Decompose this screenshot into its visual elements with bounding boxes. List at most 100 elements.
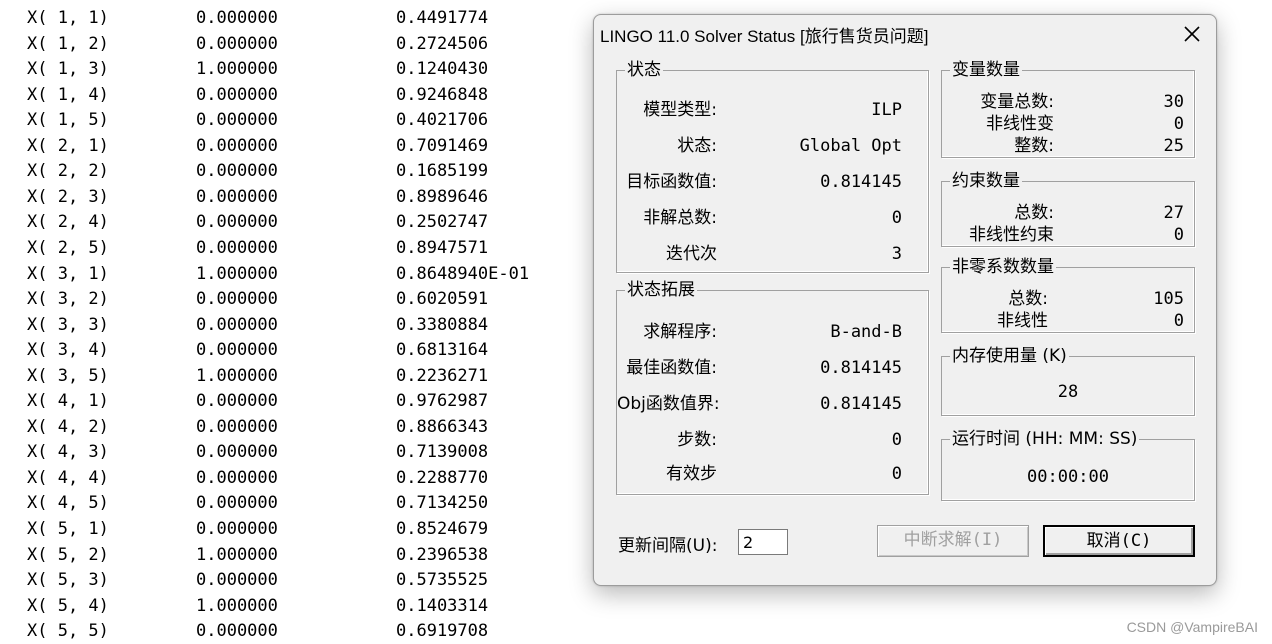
infeasibility-label: 非解总数: bbox=[643, 208, 717, 228]
nonzeros-group-legend: 非零系数数量 bbox=[952, 257, 1054, 277]
objective-label: 目标函数值: bbox=[626, 172, 717, 192]
constraints-nonlinear-value: 0 bbox=[1173, 225, 1184, 245]
variable-name: X( 2, 5) bbox=[27, 237, 109, 258]
variable-value: 0.000000 bbox=[196, 212, 278, 233]
reduced-cost: 0.4021706 bbox=[396, 110, 489, 131]
reduced-cost: 0.2236271 bbox=[396, 365, 489, 386]
watermark: CSDN @VampireBAI bbox=[1126, 619, 1258, 635]
variables-integer-label: 整数: bbox=[1014, 136, 1054, 156]
variable-value: 1.000000 bbox=[196, 544, 278, 565]
variable-name: X( 2, 3) bbox=[27, 186, 109, 207]
variable-value: 0.000000 bbox=[196, 519, 278, 539]
reduced-cost: 0.1240430 bbox=[396, 59, 489, 80]
reduced-cost: 0.2396538 bbox=[396, 544, 489, 565]
steps-label: 步数: bbox=[677, 430, 717, 450]
memory-value: 28 bbox=[1057, 382, 1079, 402]
iterations-value: 3 bbox=[891, 244, 902, 264]
constraints-group: 约束数量 总数: 27 非线性约束 0 bbox=[941, 172, 1195, 247]
variable-name: X( 5, 2) bbox=[27, 544, 109, 565]
reduced-cost: 0.2502747 bbox=[396, 212, 489, 233]
memory-group-legend: 内存使用量 (K) bbox=[952, 346, 1067, 366]
variable-name: X( 5, 1) bbox=[27, 519, 109, 539]
reduced-cost: 0.8524679 bbox=[396, 519, 489, 539]
best-objective-label: 最佳函数值: bbox=[626, 358, 717, 378]
variables-nonlinear-label: 非线性变 bbox=[986, 114, 1054, 134]
variable-value: 0.000000 bbox=[196, 161, 278, 182]
nonzeros-total-value: 105 bbox=[1153, 289, 1184, 309]
variable-value: 1.000000 bbox=[196, 59, 278, 80]
active-value: 0 bbox=[891, 464, 902, 484]
runtime-value: 00:00:00 bbox=[1027, 467, 1109, 487]
variable-name: X( 3, 2) bbox=[27, 289, 109, 310]
variable-value: 0.000000 bbox=[196, 391, 278, 412]
variable-name: X( 3, 5) bbox=[27, 365, 109, 386]
nonzeros-total-label: 总数: bbox=[1008, 289, 1048, 309]
reduced-cost: 0.7091469 bbox=[396, 135, 489, 156]
variable-name: X( 4, 1) bbox=[27, 391, 109, 412]
best-objective-value: 0.814145 bbox=[820, 358, 902, 378]
variable-name: X( 4, 5) bbox=[27, 493, 109, 514]
variable-value: 0.000000 bbox=[196, 135, 278, 156]
variable-value: 0.000000 bbox=[196, 314, 278, 335]
memory-group: 内存使用量 (K) 28 bbox=[941, 347, 1195, 416]
variable-value: 0.000000 bbox=[196, 33, 278, 54]
nonzeros-nonlinear-value: 0 bbox=[1173, 311, 1184, 331]
constraints-group-legend: 约束数量 bbox=[952, 171, 1020, 191]
nonzeros-group: 非零系数数量 总数: 105 非线性 0 bbox=[941, 258, 1195, 333]
state-value: Global Opt bbox=[799, 136, 902, 156]
variable-value: 1.000000 bbox=[196, 595, 278, 616]
nonzeros-nonlinear-label: 非线性 bbox=[997, 311, 1048, 331]
variable-value: 0.000000 bbox=[196, 621, 278, 642]
variable-name: X( 2, 4) bbox=[27, 212, 109, 233]
extended-status-group: 状态拓展 求解程序: B-and-B 最佳函数值: 0.814145 Obj函数… bbox=[616, 281, 929, 495]
variables-total-value: 30 bbox=[1163, 92, 1184, 112]
steps-value: 0 bbox=[891, 430, 902, 450]
variable-name: X( 1, 1) bbox=[27, 8, 109, 28]
cancel-button[interactable]: 取消(C) bbox=[1043, 525, 1195, 557]
variable-value: 0.000000 bbox=[196, 467, 278, 488]
variables-integer-value: 25 bbox=[1163, 136, 1184, 156]
reduced-cost: 0.8866343 bbox=[396, 416, 489, 437]
state-label: 状态: bbox=[677, 136, 717, 156]
reduced-cost: 0.3380884 bbox=[396, 314, 489, 335]
reduced-cost: 0.9246848 bbox=[396, 84, 489, 105]
close-icon bbox=[1184, 26, 1200, 42]
variable-value: 0.000000 bbox=[196, 186, 278, 207]
objective-bound-label: Obj函数值界: bbox=[617, 394, 720, 414]
reduced-cost: 0.4491774 bbox=[396, 8, 489, 28]
variable-value: 0.000000 bbox=[196, 8, 278, 28]
variable-name: X( 4, 3) bbox=[27, 442, 109, 463]
variables-nonlinear-value: 0 bbox=[1173, 114, 1184, 134]
variable-name: X( 1, 5) bbox=[27, 110, 109, 131]
status-group-legend: 状态 bbox=[627, 60, 661, 80]
update-interval-input[interactable] bbox=[738, 529, 788, 555]
variable-value: 1.000000 bbox=[196, 263, 278, 284]
objective-bound-value: 0.814145 bbox=[820, 394, 902, 414]
solver-label: 求解程序: bbox=[643, 322, 717, 342]
solution-report: X( 1, 1) 0.000000 0.4491774 X( 1, 2) 0.00000… bbox=[0, 0, 560, 643]
reduced-cost: 0.1685199 bbox=[396, 161, 489, 182]
variable-name: X( 4, 2) bbox=[27, 416, 109, 437]
variable-value: 0.000000 bbox=[196, 110, 278, 131]
runtime-group-legend: 运行时间 (HH: MM: SS) bbox=[952, 429, 1138, 449]
solver-status-dialog: LINGO 11.0 Solver Status [旅行售货员问题] 状态 模型… bbox=[593, 14, 1217, 586]
constraints-nonlinear-label: 非线性约束 bbox=[969, 225, 1054, 245]
extended-group-legend: 状态拓展 bbox=[627, 280, 695, 300]
status-group: 状态 模型类型: ILP 状态: Global Opt 目标函数值: 0.814… bbox=[616, 61, 929, 273]
variable-name: X( 2, 1) bbox=[27, 135, 109, 156]
close-button[interactable] bbox=[1176, 19, 1208, 49]
variable-name: X( 5, 5) bbox=[27, 621, 109, 642]
active-label: 有效步 bbox=[666, 464, 717, 484]
iterations-label: 迭代次 bbox=[666, 244, 717, 264]
variables-group-legend: 变量数量 bbox=[952, 60, 1020, 80]
model-type-value: ILP bbox=[871, 100, 902, 120]
reduced-cost: 0.2288770 bbox=[396, 467, 489, 488]
reduced-cost: 0.6813164 bbox=[396, 340, 489, 361]
constraints-total-label: 总数: bbox=[1014, 203, 1054, 223]
variable-name: X( 5, 4) bbox=[27, 595, 109, 616]
reduced-cost: 0.8989646 bbox=[396, 186, 489, 207]
runtime-group: 运行时间 (HH: MM: SS) 00:00:00 bbox=[941, 430, 1195, 501]
variable-name: X( 1, 2) bbox=[27, 33, 109, 54]
variable-name: X( 2, 2) bbox=[27, 161, 109, 182]
interrupt-solver-button[interactable]: 中断求解(I) bbox=[877, 525, 1029, 557]
